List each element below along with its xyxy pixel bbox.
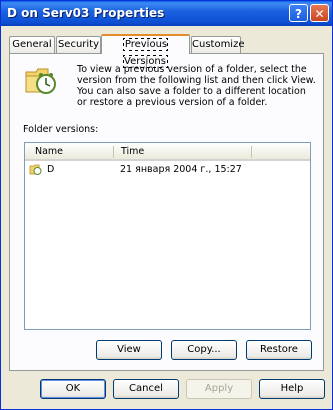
help-button[interactable]: Help (259, 379, 325, 399)
folder-versions-label: Folder versions: (23, 124, 99, 135)
list-item[interactable]: D 21 января 2004 г., 15:27 (29, 162, 308, 178)
tab-general[interactable]: General (9, 36, 55, 53)
properties-dialog: D on Serv03 Properties ? ✕ General Secur… (0, 0, 333, 410)
cancel-button[interactable]: Cancel (113, 379, 179, 399)
versions-list[interactable]: Name Time D 21 января 2004 г., 15:27 (24, 142, 311, 330)
tab-security[interactable]: Security (56, 36, 101, 53)
copy-button[interactable]: Copy... (171, 340, 237, 360)
tab-customize[interactable]: Customize (191, 36, 245, 53)
row-name: D (47, 164, 55, 175)
ok-button[interactable]: OK (40, 379, 106, 399)
help-title-button[interactable]: ? (289, 4, 308, 22)
close-title-button[interactable]: ✕ (310, 4, 329, 22)
apply-button[interactable]: Apply (186, 379, 252, 399)
intro-text: To view a previous version of a folder, … (77, 64, 316, 108)
column-separator[interactable] (113, 146, 114, 158)
window-title: D on Serv03 Properties (7, 6, 165, 20)
column-time[interactable]: Time (121, 146, 144, 157)
column-name[interactable]: Name (35, 146, 63, 157)
list-header: Name Time (25, 143, 310, 161)
title-bar[interactable]: D on Serv03 Properties ? ✕ (1, 1, 332, 26)
row-time: 21 января 2004 г., 15:27 (120, 164, 242, 175)
previous-versions-panel: To view a previous version of a folder, … (9, 53, 324, 371)
restore-button[interactable]: Restore (246, 340, 312, 360)
folder-version-icon (29, 164, 42, 175)
column-separator[interactable] (251, 146, 252, 158)
tab-previous-versions[interactable]: Previous Versions (101, 34, 190, 68)
view-button[interactable]: View (96, 340, 162, 360)
folder-clock-icon (25, 68, 56, 94)
